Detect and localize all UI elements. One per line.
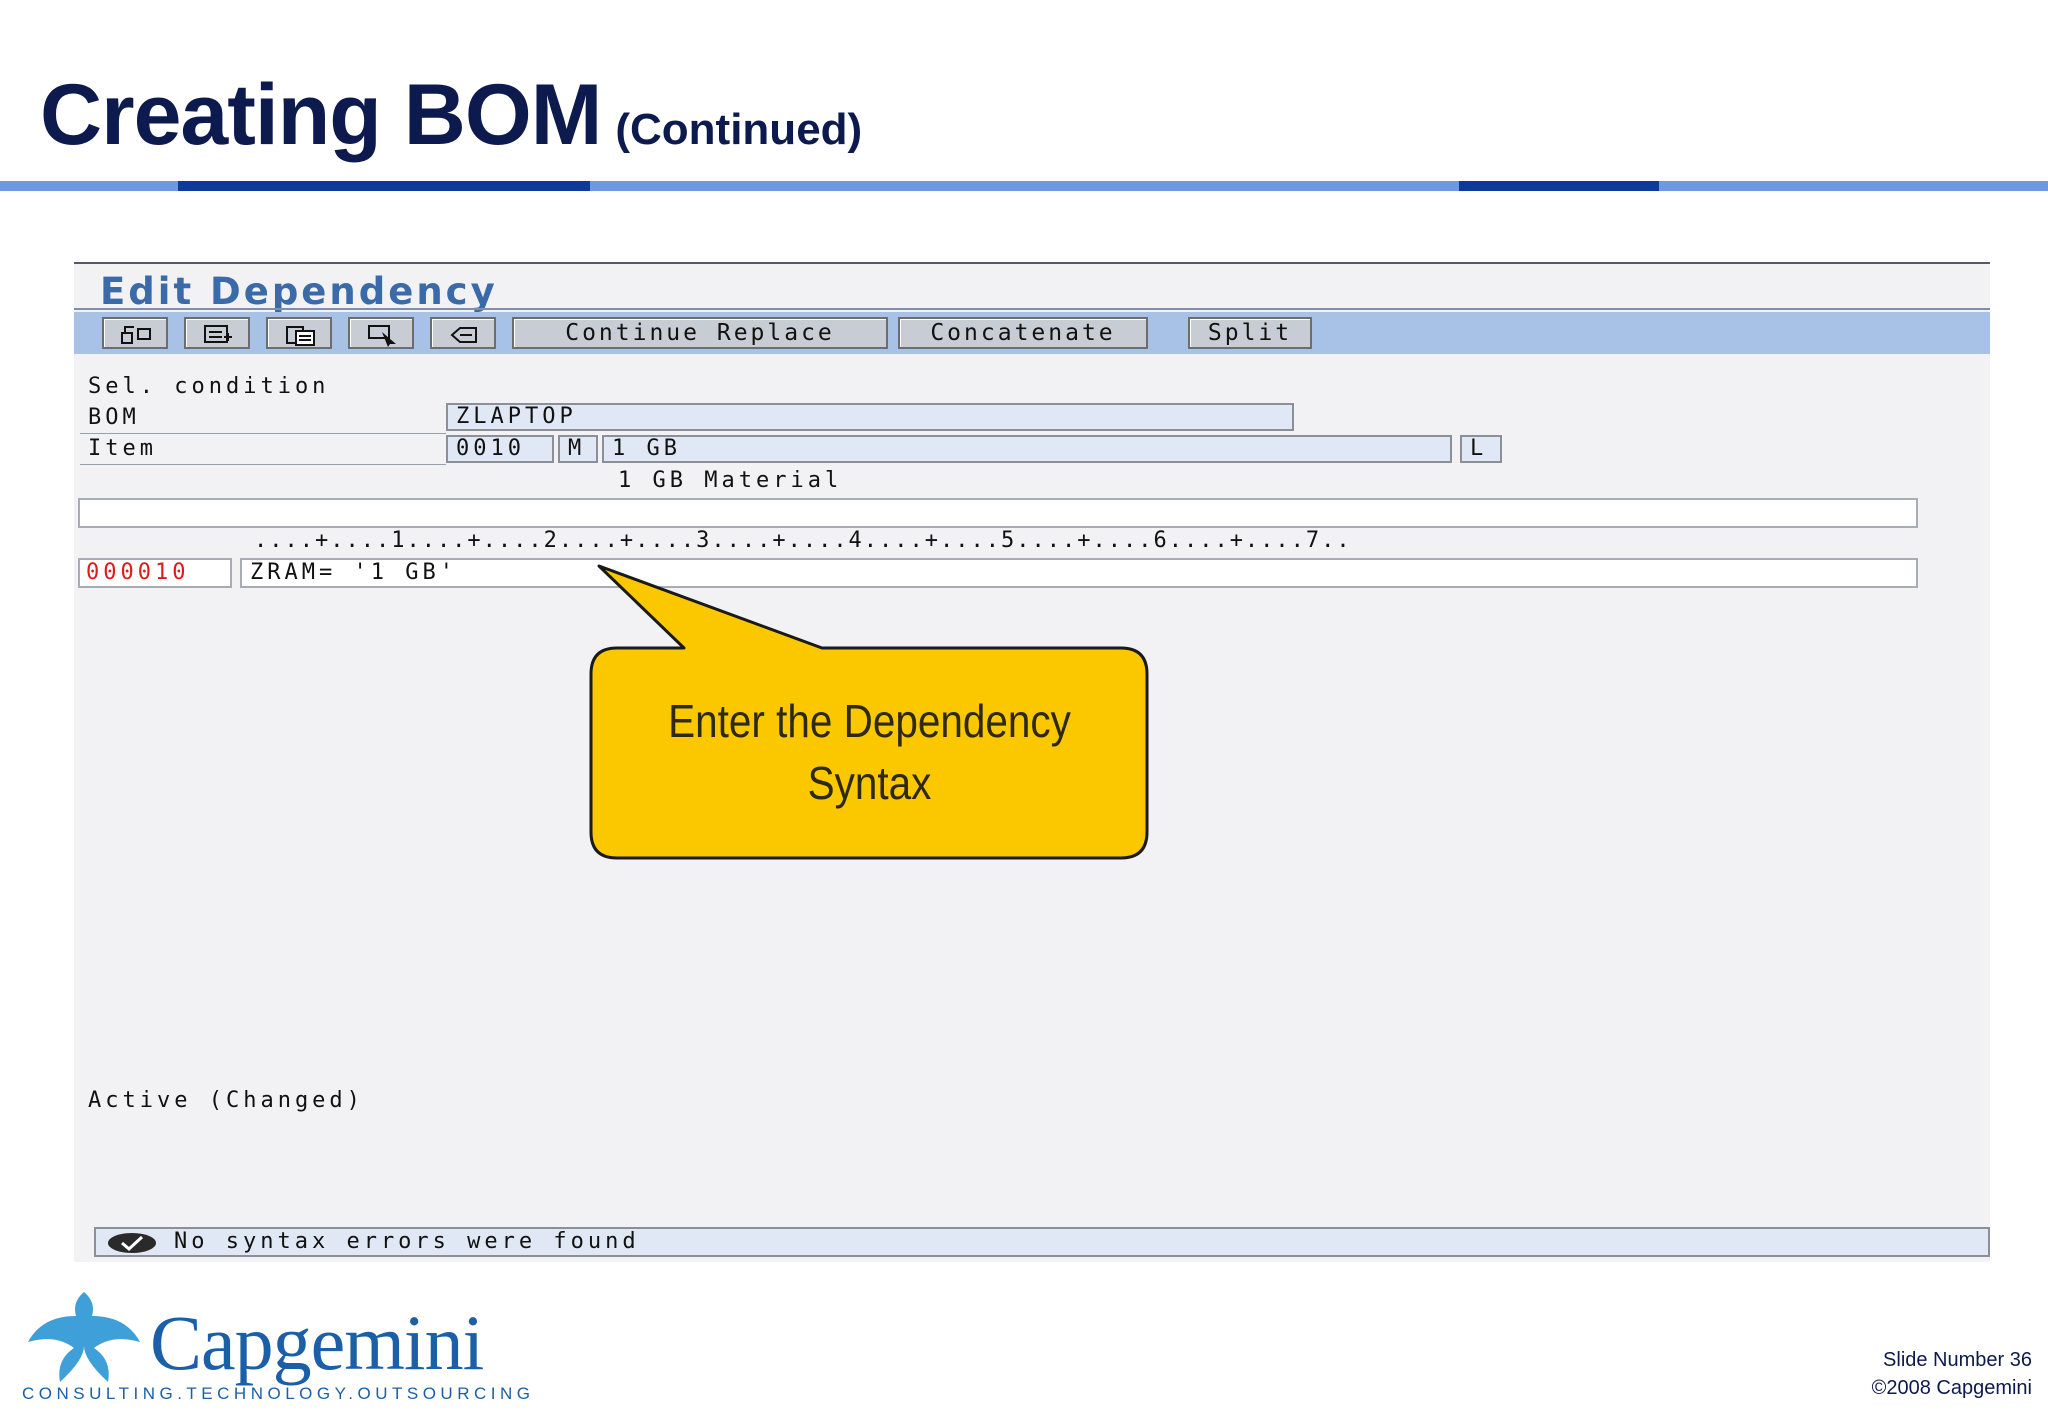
cursor-select-icon[interactable] [348, 317, 414, 349]
slide-number: Slide Number 36 [1883, 1349, 2032, 1371]
item-flag-field[interactable]: L [1460, 435, 1502, 463]
insert-line-icon[interactable] [102, 317, 168, 349]
callout-text-line2: Syntax [807, 757, 932, 809]
sel-condition-label: Sel. condition [88, 374, 330, 399]
callout-text: Enter the Dependency Syntax [634, 690, 1105, 814]
item-description: 1 GB Material [618, 468, 843, 493]
editor-ruler: ....+....1....+....2....+....3....+....4… [254, 528, 1352, 553]
callout-text-line1: Enter the Dependency [668, 695, 1071, 747]
status-bar: No syntax errors were found [94, 1227, 1990, 1257]
copyright: ©2008 Capgemini [1871, 1377, 2032, 1399]
line-number: 000010 [78, 558, 232, 588]
screen-top-line [74, 262, 1990, 264]
editor-blank-line[interactable] [78, 498, 1918, 528]
application-toolbar: Continue Replace Concatenate Split [74, 312, 1990, 354]
title-separator [74, 308, 1990, 310]
item-component-field[interactable]: 1 GB [602, 435, 1452, 463]
undo-icon[interactable] [430, 317, 496, 349]
title-rule-accent [178, 181, 590, 191]
continue-replace-button[interactable]: Continue Replace [512, 317, 888, 349]
item-label-underline [80, 464, 446, 465]
title-rule-accent [1459, 181, 1659, 191]
bom-label-underline [80, 433, 446, 434]
status-text: Active (Changed) [88, 1088, 364, 1113]
slide-title-sub: (Continued) [615, 105, 863, 154]
split-button[interactable]: Split [1188, 317, 1312, 349]
item-category-field[interactable]: M [558, 435, 598, 463]
screen-title: Edit Dependency [100, 270, 498, 313]
item-label: Item [88, 436, 157, 461]
bom-label: BOM [88, 405, 140, 430]
logo-wordmark: Capgemini [150, 1299, 484, 1386]
item-number-field[interactable]: 0010 [446, 435, 554, 463]
slide-title: Creating BOM (Continued) [40, 66, 862, 165]
logo-tagline: CONSULTING.TECHNOLOGY.OUTSOURCING [22, 1384, 535, 1403]
paste-icon[interactable] [266, 317, 332, 349]
slide-title-main: Creating BOM [40, 67, 602, 163]
status-message: No syntax errors were found [174, 1229, 640, 1254]
bom-field[interactable]: ZLAPTOP [446, 403, 1294, 431]
success-check-icon [106, 1232, 158, 1259]
concatenate-button[interactable]: Concatenate [898, 317, 1148, 349]
select-block-icon[interactable] [184, 317, 250, 349]
